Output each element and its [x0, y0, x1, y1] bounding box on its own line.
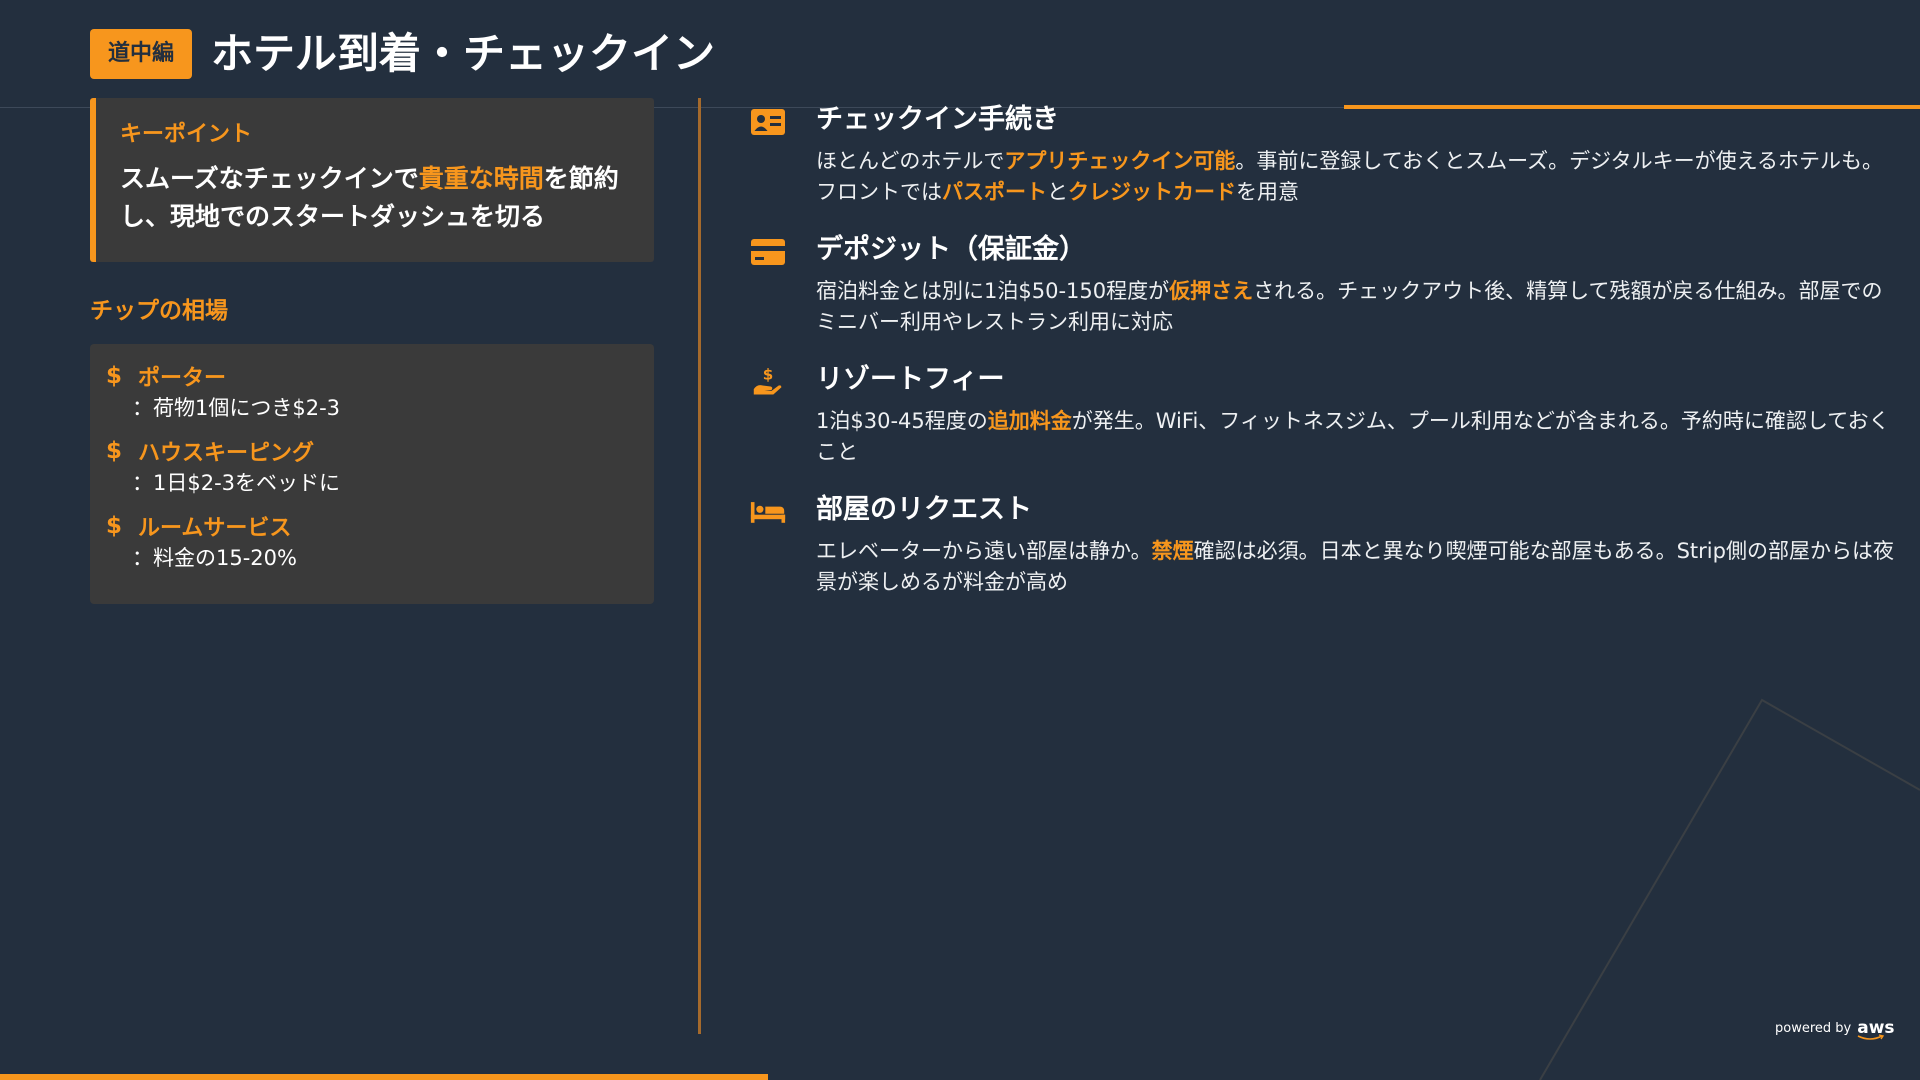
tip-desc: ：料金の15-20% [132, 546, 297, 570]
bed-icon [750, 502, 786, 523]
tips-title: チップの相場 [90, 298, 228, 324]
powered-by-aws: powered by aws [1775, 1016, 1895, 1040]
keypoint-label: キーポイント [120, 122, 253, 147]
tip-name: ルームサービス [138, 516, 292, 541]
svg-text:$: $ [763, 366, 774, 383]
hand-dollar-icon: $ [753, 366, 782, 395]
feature-desc: エレベーターから遠い部屋は静か。禁煙確認は必須。日本と異なり喫煙可能な部屋もある… [816, 539, 1894, 594]
feature-title: リゾートフィー [816, 364, 1005, 395]
aws-logo: aws [1857, 1019, 1895, 1040]
header-accent-bar [1344, 105, 1920, 109]
feature-desc: 宿泊料金とは別に1泊$50-150程度が仮押さえされる。チェックアウト後、精算し… [816, 279, 1883, 334]
feature-title: 部屋のリクエスト [816, 494, 1032, 525]
tip-item: $ ルームサービス ：料金の15-20% [106, 510, 638, 585]
feature-desc: 1泊$30-45程度の追加料金が発生。WiFi、フィットネスジム、プール利用など… [816, 409, 1890, 464]
id-card-icon [751, 109, 785, 135]
bottom-accent-bar [0, 1074, 768, 1080]
tip-item: $ ポーター ：荷物1個につき$2-3 [106, 360, 638, 435]
credit-card-icon [751, 239, 785, 265]
dollar-icon: $ [106, 513, 123, 539]
feature-title: チェックイン手続き [816, 104, 1059, 135]
tip-name: ハウスキーピング [138, 441, 315, 466]
dollar-icon: $ [106, 363, 123, 389]
tip-item: $ ハウスキーピング ：1日$2-3をベッドに [106, 435, 638, 510]
tip-desc: ：荷物1個につき$2-3 [132, 396, 341, 420]
tip-desc: ：1日$2-3をベッドに [132, 471, 341, 495]
keypoint-text: スムーズなチェックインで貴重な時間を節約し、現地でのスタートダッシュを切る [120, 160, 634, 236]
slide: 道中編 ホテル到着・チェックイン キーポイント スムーズなチェックインで貴重な時… [0, 0, 1920, 1080]
tips-box: $ ポーター ：荷物1個につき$2-3 $ ハウスキーピング ：1日$2-3をベ… [90, 344, 654, 604]
dollar-icon: $ [106, 438, 123, 464]
tip-name: ポーター [138, 366, 227, 391]
page-title: ホテル到着・チェックイン [211, 29, 716, 78]
keypoint-highlight: 貴重な時間 [418, 164, 544, 193]
feature-title: デポジット（保証金） [816, 234, 1086, 265]
section-badge: 道中編 [90, 29, 192, 79]
feature-desc: ほとんどのホテルでアプリチェックイン可能。事前に登録しておくとスムーズ。デジタル… [816, 149, 1884, 204]
column-divider [698, 98, 701, 1034]
aws-smile-icon [1857, 1034, 1885, 1040]
keypoint-card: キーポイント スムーズなチェックインで貴重な時間を節約し、現地でのスタートダッシ… [90, 98, 654, 262]
keypoint-text-before: スムーズなチェックインで [120, 164, 419, 193]
powered-by-text: powered by [1775, 1020, 1852, 1036]
